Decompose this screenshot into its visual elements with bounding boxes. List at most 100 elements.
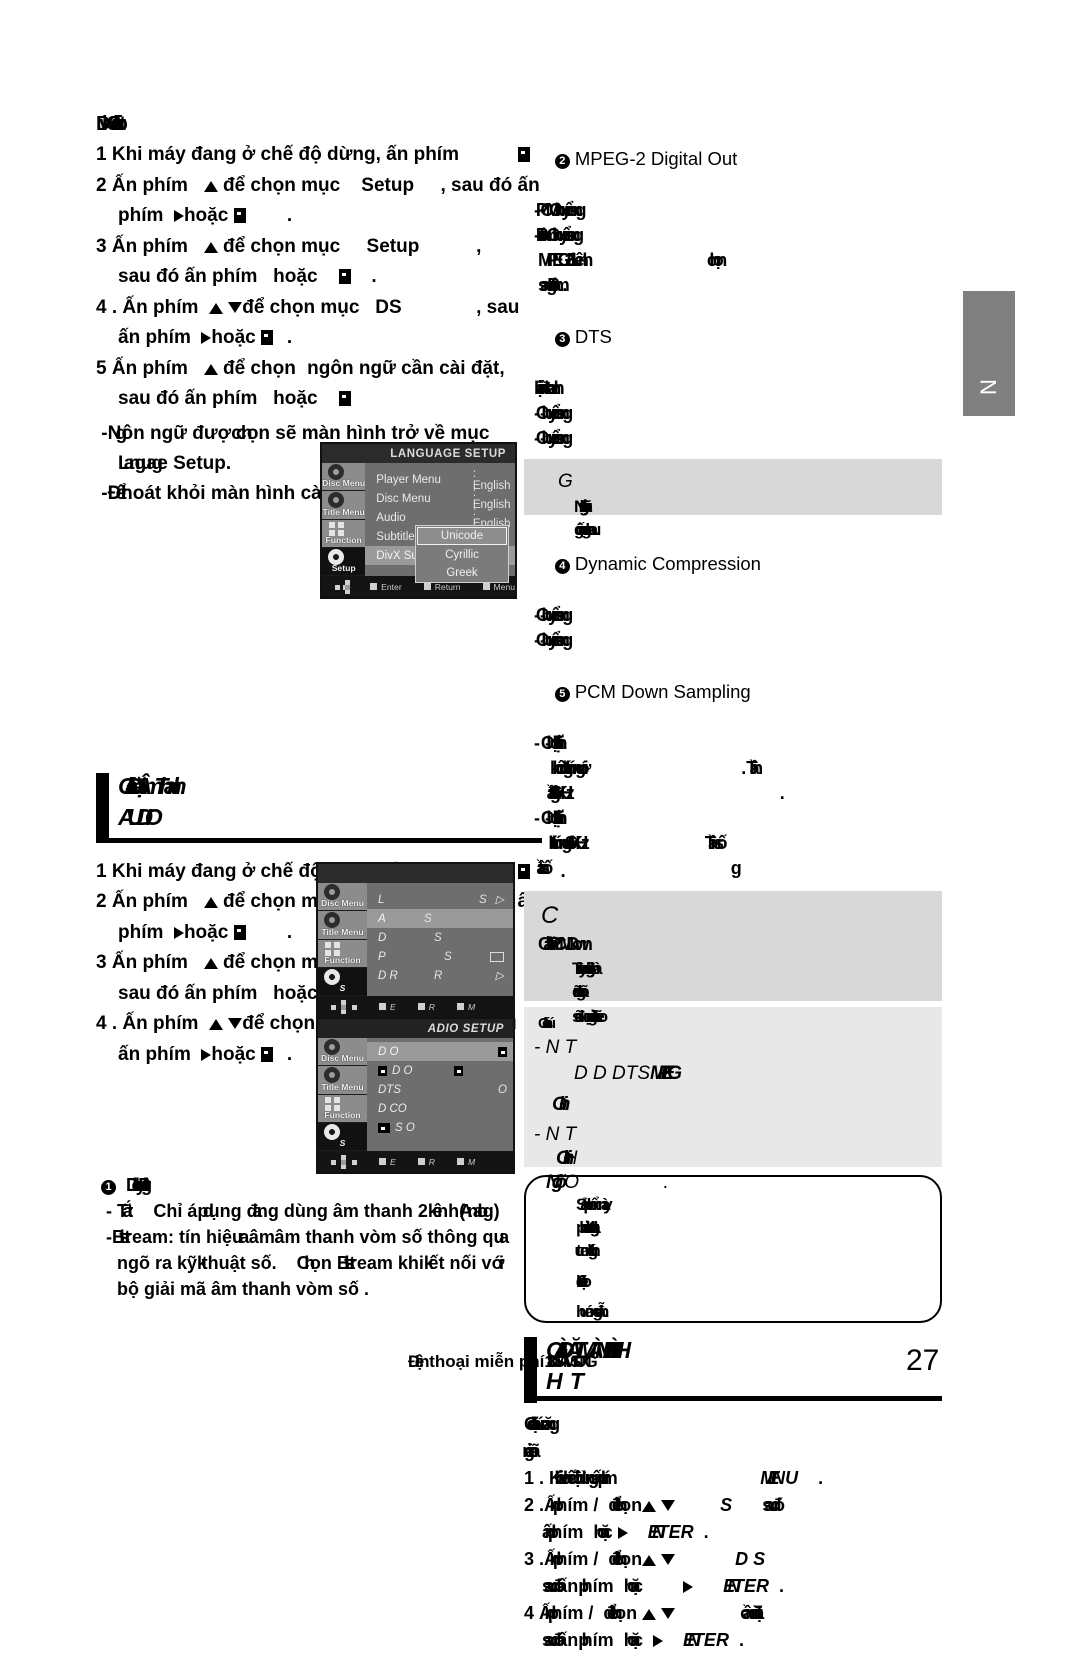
sidebar-item-function[interactable]: Function <box>318 939 367 968</box>
sidebar-item-label: Function <box>324 1109 361 1120</box>
number-badge: 1 <box>101 1180 116 1195</box>
item-line: -- Chuyển sang <box>534 605 573 625</box>
sidebar-item-setup[interactable]: S <box>318 967 367 996</box>
osd-row-key: D <box>378 931 387 944</box>
up-triangle-icon <box>203 241 218 253</box>
chevron-right-icon: ▷ <box>495 894 504 906</box>
up-triangle-icon <box>203 180 218 192</box>
footer-return: Return <box>423 582 461 592</box>
osd-row-key: L <box>378 893 385 906</box>
item-line: -- Chuyển sang <box>534 403 573 423</box>
left-notes: 1 DolbyDigital - Tắt: Chỉ ápdụng đang dù… <box>101 1172 551 1302</box>
sidebar-item-label: Title Menu <box>321 1081 364 1092</box>
section-a-heading: DivXSubtitle <box>96 112 542 136</box>
disc-icon <box>328 464 344 480</box>
sidebar-item-title-menu[interactable]: Title Menu <box>318 911 367 940</box>
item-title: Dynamic Compression <box>574 553 761 574</box>
value-square-icon <box>454 1065 463 1076</box>
osd-body: Disc Menu Title Menu Function S <box>318 883 513 996</box>
gray-note-1: G Ngõ ra tín hiệu giống nhau <box>524 459 942 539</box>
osd-row[interactable]: D O <box>367 1042 513 1061</box>
note-line: - Tắt: Chỉ ápdụng đang dùng âm thanh 2kê… <box>101 1201 500 1221</box>
osd-footer: E R M <box>318 996 513 1017</box>
gray-box-chu-y: C CảkhiPCMDown Tùy từng loại đĩa mà đĩa … <box>524 891 942 1026</box>
gray-box-note: Ghi chú - N T D D DTSMPEG Ghi - N T GhiH… <box>524 1007 942 1193</box>
osd-row[interactable]: D O <box>367 1061 513 1080</box>
sidebar-item-label: S <box>339 1138 346 1148</box>
manual-page: DivXSubtitle 1 Khi máy đang ở chế độ dừn… <box>0 0 1080 1650</box>
rect-icon <box>490 951 504 962</box>
right-triangle-icon <box>173 926 184 939</box>
osd-row[interactable]: DTS O <box>367 1080 513 1099</box>
osd-row[interactable]: L S ▷ <box>367 890 513 909</box>
enter-square-icon <box>261 330 274 345</box>
popup-item-greek[interactable]: Greek <box>416 564 508 582</box>
item-title: DTS <box>574 326 612 347</box>
number-badge: 2 <box>554 154 570 169</box>
item-title: MPEG-2 Digital Out <box>574 148 738 169</box>
osd-main: D O D O DTS O D CO S O <box>367 1038 513 1151</box>
round-line: phải dùng loại 2 <box>576 1218 598 1237</box>
enter-square-icon <box>233 208 246 223</box>
note-line: - N T <box>534 1037 577 1058</box>
osd-main: Player Menu : English Disc Menu : Englis… <box>365 463 515 583</box>
note-line: ngõ ra kỹ kthuật số. Chọn Bitstream khi … <box>117 1253 505 1273</box>
note-line: GhiH <box>556 1148 578 1169</box>
item-line: tần số g <box>538 858 743 878</box>
round-line: cài đặt theo <box>576 1272 592 1291</box>
osd-title: LANGUAGE SETUP <box>322 444 515 463</box>
enter-square-icon <box>379 1003 386 1010</box>
sidebar-item-title-menu[interactable]: Title Menu <box>322 491 366 520</box>
popup-item-cyrillic[interactable]: Cyrillic <box>416 546 508 564</box>
sidebar-item-label: S <box>339 983 346 993</box>
osd-sidebar: Disc Menu Title Menu Function Setup <box>322 463 366 576</box>
section-a-steps: 1 Khi máy đang ở chế độ dừng, ấn phím . … <box>96 140 566 415</box>
osd-row[interactable]: A S <box>367 909 513 928</box>
osd-row[interactable]: D R R ▷ <box>367 966 513 985</box>
step-line: 1 Khi máy đang ở chế độ dừng, ấn phím . <box>96 140 566 171</box>
osd-row[interactable]: D CO <box>367 1099 513 1118</box>
osd-title <box>318 864 513 883</box>
osd-row[interactable]: S O <box>367 1118 513 1137</box>
value-square-icon <box>498 1046 507 1057</box>
item-pcm-down-sampling: 5 PCM Down Sampling <box>524 653 942 731</box>
sidebar-item-function[interactable]: Function <box>322 519 366 548</box>
footer-label: Enter <box>381 581 402 592</box>
step-line: 3 .Ấnphím / đểchọn D S <box>524 1549 766 1569</box>
sidebar-item-setup[interactable]: Setup <box>322 547 366 576</box>
sidebar-item-title-menu[interactable]: Title Menu <box>318 1066 367 1095</box>
sidebar-item-disc-menu[interactable]: Disc Menu <box>318 883 367 912</box>
sidebar-item-disc-menu[interactable]: Disc Menu <box>318 1038 367 1067</box>
step-line: 2 Ấn phím để chọn mục Setup , sau đó ấn <box>96 174 540 196</box>
right-triangle-icon <box>173 210 184 222</box>
step-line: phím hoặc . <box>118 205 293 226</box>
item-line: giải tần 96KHz. . <box>550 783 785 803</box>
gray-box-line: Tùy từng loại đĩa mà <box>572 959 603 978</box>
note-line: D D DTSMPEG <box>574 1063 682 1084</box>
osd-setup-list: Disc Menu Title Menu Function S L S ▷ A … <box>316 862 515 1019</box>
sidebar-item-label: Disc Menu <box>321 1053 364 1064</box>
intro-line: Cài đặt chức năng <box>524 1414 560 1434</box>
gear-icon <box>324 968 340 985</box>
sidebar-item-disc-menu[interactable]: Disc Menu <box>322 463 366 492</box>
section-b-title-1: CàiĐặtÂmThanh <box>118 772 187 799</box>
popup-item-unicode[interactable]: Unicode <box>417 527 507 545</box>
step-line: 2 .Ấnphím / đểchọn S sauđó <box>524 1495 785 1515</box>
item-title: PCM Down Sampling <box>574 681 751 702</box>
note-title-text: DolbyDigital <box>126 1175 148 1195</box>
section-a-heading-text: DivXSubtitle <box>96 113 121 135</box>
osd-row[interactable]: D S <box>367 928 513 947</box>
disc-icon <box>324 1039 340 1055</box>
osd-row-key: Player Menu <box>376 473 441 486</box>
function-icon <box>325 1096 340 1111</box>
sidebar-item-function[interactable]: Function <box>318 1094 367 1123</box>
osd-row[interactable]: P S <box>367 947 513 966</box>
sidebar-item-setup[interactable]: S <box>318 1122 367 1151</box>
number-badge: 5 <box>554 687 570 702</box>
note-line: bộ giải mã âm thanh vòm số . <box>117 1279 370 1299</box>
gray-box-line: đĩa ngõ ra <box>572 982 589 1001</box>
osd-sidebar: Disc Menu Title Menu Function S <box>318 883 367 996</box>
heading-bar <box>96 772 109 839</box>
sidebar-item-label: Function <box>324 954 361 965</box>
dpad-icon <box>331 999 357 1014</box>
